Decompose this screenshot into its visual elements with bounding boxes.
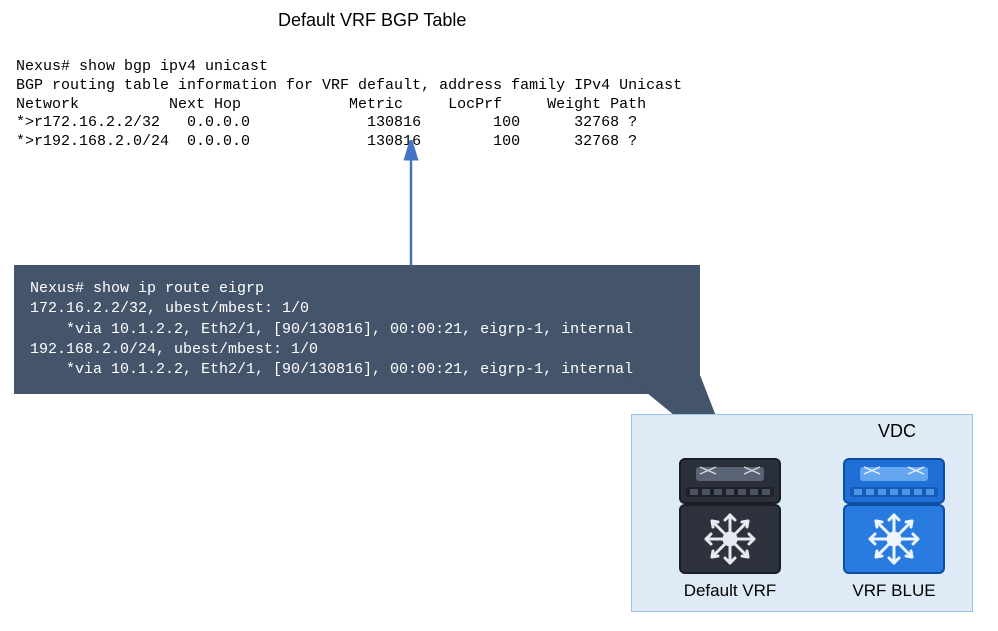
diagram-title: Default VRF BGP Table (278, 10, 466, 31)
default-vrf-label: Default VRF (670, 581, 790, 601)
switch-icon (842, 457, 946, 575)
vdc-label: VDC (878, 421, 916, 442)
bgp-output-block: Nexus# show bgp ipv4 unicast BGP routing… (16, 58, 682, 152)
vrf-blue-switch: VRF BLUE (834, 457, 954, 601)
arrow-up-icon (396, 140, 426, 270)
vdc-container: VDC (631, 414, 973, 612)
switch-icon (678, 457, 782, 575)
vrf-blue-label: VRF BLUE (834, 581, 954, 601)
eigrp-callout: Nexus# show ip route eigrp 172.16.2.2/32… (14, 265, 700, 394)
default-vrf-switch: Default VRF (670, 457, 790, 601)
